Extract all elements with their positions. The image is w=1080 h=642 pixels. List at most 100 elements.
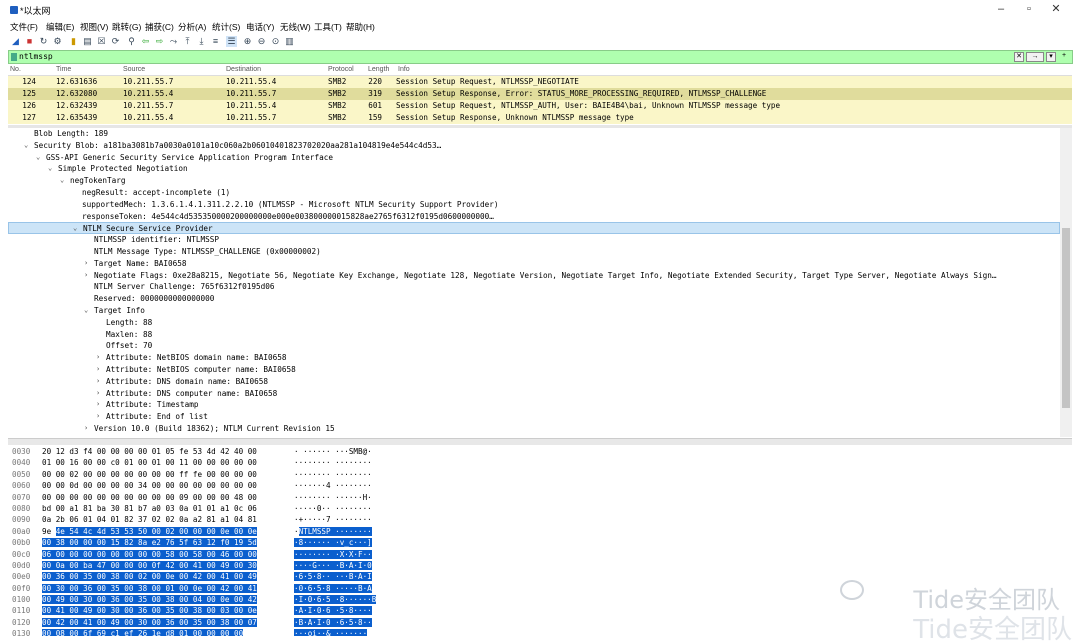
zoom-out-icon[interactable]: ⊖ bbox=[256, 36, 267, 47]
expand-chevron-down-icon[interactable]: ⌄ bbox=[84, 305, 92, 317]
back-icon[interactable]: ⇦ bbox=[140, 36, 151, 47]
expand-chevron-right-icon[interactable]: › bbox=[96, 352, 104, 364]
detail-row[interactable]: Reserved: 0000000000000000 bbox=[8, 293, 1060, 305]
col-source[interactable]: Source bbox=[123, 66, 145, 73]
autoscroll-icon[interactable]: ≡ bbox=[210, 36, 221, 47]
detail-row[interactable]: supportedMech: 1.3.6.1.4.1.311.2.2.10 (N… bbox=[8, 199, 1060, 211]
col-destination[interactable]: Destination bbox=[226, 66, 261, 73]
bytes-row[interactable]: 00e0 00 36 00 35 00 38 00 02 00 0e 00 42 … bbox=[8, 571, 1072, 582]
col-info[interactable]: Info bbox=[398, 66, 410, 73]
expand-chevron-right-icon[interactable]: › bbox=[96, 376, 104, 388]
detail-row[interactable]: NTLM Server Challenge: 765f6312f0195d06 bbox=[8, 281, 1060, 293]
bytes-row[interactable]: 0090 0a 2b 06 01 04 01 82 37 02 02 0a a2 … bbox=[8, 514, 1072, 525]
menu-file[interactable]: 文件(F) bbox=[10, 21, 38, 33]
detail-row[interactable]: › Attribute: End of list bbox=[8, 411, 1060, 423]
display-filter-bar[interactable]: ntlmssp ✕ → ▾ + bbox=[8, 50, 1073, 64]
close-file-icon[interactable]: ☒ bbox=[96, 36, 107, 47]
detail-row[interactable]: Offset: 70 bbox=[8, 340, 1060, 352]
add-filter-button-icon[interactable]: + bbox=[1059, 52, 1069, 62]
detail-row[interactable]: responseToken: 4e544c4d53535000020000000… bbox=[8, 211, 1060, 223]
detail-row[interactable]: NTLM Message Type: NTLMSSP_CHALLENGE (0x… bbox=[8, 246, 1060, 258]
detail-row[interactable]: › Negotiate Flags: 0xe28a8215, Negotiate … bbox=[8, 270, 1060, 282]
close-icon[interactable]: ✕ bbox=[1045, 2, 1067, 16]
last-icon[interactable]: ⤓ bbox=[196, 36, 207, 47]
zoom-reset-icon[interactable]: ⊙ bbox=[270, 36, 281, 47]
menu-edit[interactable]: 编辑(E) bbox=[46, 21, 74, 33]
expand-chevron-down-icon[interactable]: ⌄ bbox=[36, 152, 44, 164]
reload-icon[interactable]: ⟳ bbox=[110, 36, 121, 47]
detail-row[interactable]: negResult: accept-incomplete (1) bbox=[8, 187, 1060, 199]
bookmark-icon[interactable] bbox=[11, 53, 17, 61]
packet-row[interactable]: 126 12.632439 10.211.55.7 10.211.55.4 SMB2 60… bbox=[8, 100, 1072, 112]
bytes-row[interactable]: 0030 20 12 d3 f4 00 00 00 00 01 05 fe 53 … bbox=[8, 446, 1072, 457]
packet-row[interactable]: 127 12.635439 10.211.55.4 10.211.55.7 SMB2 15… bbox=[8, 112, 1072, 124]
detail-row[interactable]: › Attribute: NetBIOS computer name: BAI06… bbox=[8, 364, 1060, 376]
detail-row[interactable]: ⌄ Simple Protected Negotiation bbox=[8, 163, 1060, 175]
first-icon[interactable]: ⤒ bbox=[182, 36, 193, 47]
bytes-row[interactable]: 00d0 00 0a 00 ba 47 00 00 00 0f 42 00 41 … bbox=[8, 560, 1072, 571]
bytes-row[interactable]: 0060 00 00 0d 00 00 00 00 34 00 00 00 00 … bbox=[8, 480, 1072, 491]
bytes-row[interactable]: 00a0 9e 4e 54 4c 4d 53 53 50 00 02 00 00 … bbox=[8, 526, 1072, 537]
col-no[interactable]: No. bbox=[10, 66, 21, 73]
restart-icon[interactable]: ↻ bbox=[38, 36, 49, 47]
menu-wireless[interactable]: 无线(W) bbox=[280, 21, 311, 33]
menu-statistics[interactable]: 统计(S) bbox=[212, 21, 240, 33]
expand-chevron-right-icon[interactable]: › bbox=[96, 388, 104, 400]
detail-row[interactable]: ⌄ GSS-API Generic Security Service Applic… bbox=[8, 152, 1060, 164]
menu-view[interactable]: 视图(V) bbox=[80, 21, 108, 33]
col-time[interactable]: Time bbox=[56, 66, 71, 73]
detail-row[interactable]: › Attribute: DNS computer name: BAI0658 bbox=[8, 388, 1060, 400]
detail-row[interactable]: ⌄ negTokenTarg bbox=[8, 175, 1060, 187]
detail-row[interactable]: › Attribute: DNS domain name: BAI0658 bbox=[8, 376, 1060, 388]
detail-row[interactable]: ⌄ NTLM Secure Service Provider bbox=[8, 222, 1060, 235]
menu-go[interactable]: 跳转(G) bbox=[112, 21, 141, 33]
detail-row[interactable]: › Attribute: Timestamp bbox=[8, 399, 1060, 411]
bytes-row[interactable]: 00b0 00 38 00 00 00 15 82 8a e2 76 5f 63 … bbox=[8, 537, 1072, 548]
bytes-row[interactable]: 0080 bd 00 a1 81 ba 30 81 b7 a0 03 0a 01 … bbox=[8, 503, 1072, 514]
goto-icon[interactable]: ⤳ bbox=[168, 36, 179, 47]
detail-row[interactable]: Blob Length: 189 bbox=[8, 128, 1060, 140]
find-icon[interactable]: ⚲ bbox=[126, 36, 137, 47]
expand-chevron-right-icon[interactable]: › bbox=[96, 399, 104, 411]
expand-chevron-right-icon[interactable]: › bbox=[84, 270, 92, 282]
menu-help[interactable]: 帮助(H) bbox=[346, 21, 375, 33]
details-scrollbar[interactable] bbox=[1060, 128, 1072, 437]
detail-row[interactable]: NTLMSSP identifier: NTLMSSP bbox=[8, 234, 1060, 246]
colorize-icon[interactable]: ☰ bbox=[226, 36, 237, 47]
menu-capture[interactable]: 捕获(C) bbox=[145, 21, 174, 33]
bytes-row[interactable]: 0050 00 00 02 00 00 00 00 00 00 00 ff fe … bbox=[8, 469, 1072, 480]
expand-chevron-right-icon[interactable]: › bbox=[84, 423, 92, 435]
col-protocol[interactable]: Protocol bbox=[328, 66, 354, 73]
detail-row[interactable]: ⌄ Security Blob: a181ba3081b7a0030a0101a1… bbox=[8, 140, 1060, 152]
packet-row[interactable]: 125 12.632080 10.211.55.4 10.211.55.7 SMB2 31… bbox=[8, 88, 1072, 100]
bytes-row[interactable]: 0040 01 00 16 00 00 c0 01 00 01 00 11 00 … bbox=[8, 457, 1072, 468]
bytes-row[interactable]: 00c0 06 00 00 00 00 00 00 00 00 58 00 58 … bbox=[8, 549, 1072, 560]
detail-row[interactable]: Length: 88 bbox=[8, 317, 1060, 329]
maximize-icon[interactable]: ▫ bbox=[1018, 2, 1040, 16]
col-length[interactable]: Length bbox=[368, 66, 389, 73]
save-icon[interactable]: ▤ bbox=[82, 36, 93, 47]
menu-tools[interactable]: 工具(T) bbox=[314, 21, 342, 33]
stop-icon[interactable]: ■ bbox=[24, 36, 35, 47]
detail-row[interactable]: ⌄ Target Info bbox=[8, 305, 1060, 317]
expand-chevron-right-icon[interactable]: › bbox=[96, 411, 104, 423]
detail-row[interactable]: › Version 10.0 (Build 18362); NTLM Curren… bbox=[8, 423, 1060, 435]
detail-row[interactable]: › Target Name: BAI0658 bbox=[8, 258, 1060, 270]
options-icon[interactable]: ⚙ bbox=[52, 36, 63, 47]
apply-filter-icon[interactable]: → bbox=[1026, 52, 1044, 62]
clear-filter-icon[interactable]: ✕ bbox=[1014, 52, 1024, 62]
menu-telephony[interactable]: 电话(Y) bbox=[246, 21, 274, 33]
expand-chevron-down-icon[interactable]: ⌄ bbox=[60, 175, 68, 187]
expand-chevron-right-icon[interactable]: › bbox=[84, 258, 92, 270]
bytes-row[interactable]: 0070 00 00 00 00 00 00 00 00 00 00 09 00 … bbox=[8, 492, 1072, 503]
shark-fin-start-icon[interactable]: ◢ bbox=[10, 36, 21, 47]
expand-chevron-down-icon[interactable]: ⌄ bbox=[48, 163, 56, 175]
open-icon[interactable]: ▮ bbox=[68, 36, 79, 47]
forward-icon[interactable]: ⇨ bbox=[154, 36, 165, 47]
expand-chevron-down-icon[interactable]: ⌄ bbox=[24, 140, 32, 152]
pane-divider-bytes[interactable] bbox=[8, 438, 1072, 445]
detail-row[interactable]: Maxlen: 88 bbox=[8, 329, 1060, 341]
zoom-in-icon[interactable]: ⊕ bbox=[242, 36, 253, 47]
display-filter-input[interactable]: ntlmssp bbox=[19, 52, 53, 61]
scrollbar-thumb[interactable] bbox=[1062, 228, 1070, 408]
